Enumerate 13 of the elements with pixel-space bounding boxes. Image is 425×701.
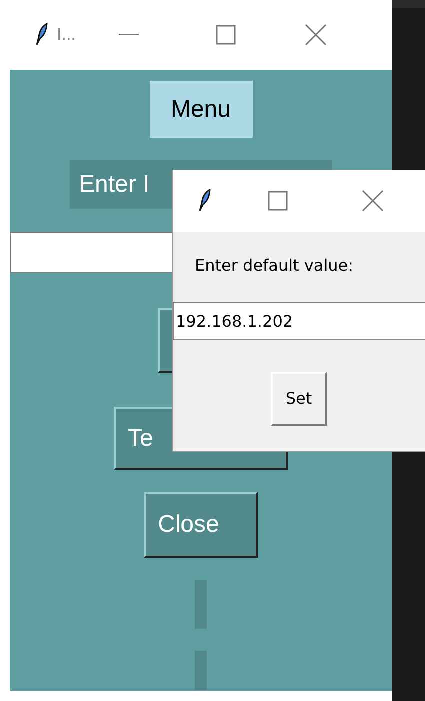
close-icon[interactable]: [362, 190, 384, 212]
minimize-icon[interactable]: [119, 34, 139, 36]
feather-icon: [197, 189, 211, 213]
dialog-label: Enter default value:: [195, 255, 355, 277]
menu-label: Menu: [150, 81, 252, 138]
maximize-icon[interactable]: [216, 25, 236, 45]
close-button[interactable]: Close: [144, 492, 258, 558]
close-icon[interactable]: [305, 24, 327, 46]
maximize-icon[interactable]: [268, 191, 288, 211]
feather-icon: [34, 23, 48, 47]
set-button[interactable]: Set: [271, 372, 327, 426]
window-title: I...: [57, 24, 77, 46]
input-field[interactable]: 192.168.1.202: [173, 302, 425, 340]
